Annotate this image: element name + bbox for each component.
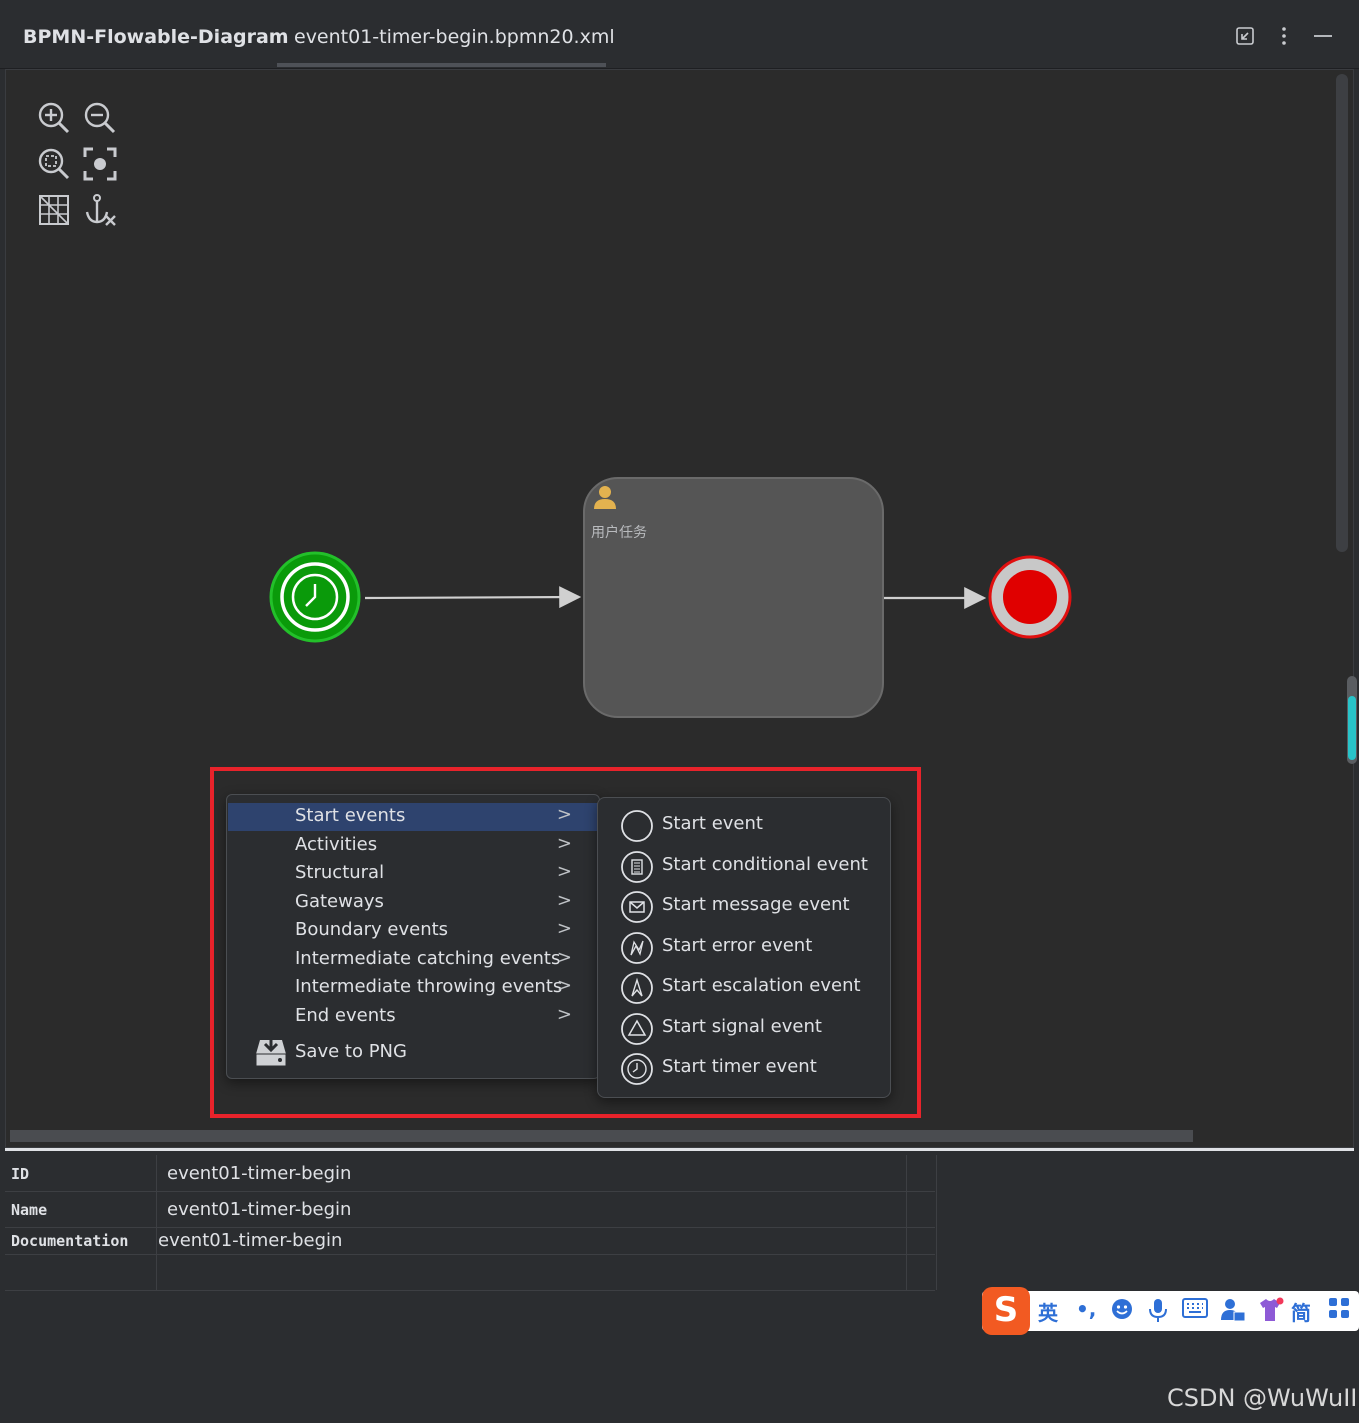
error-icon bbox=[621, 932, 653, 964]
chevron-right-icon: > bbox=[556, 833, 572, 854]
chevron-right-icon: > bbox=[556, 918, 572, 939]
clock-icon bbox=[621, 1053, 653, 1085]
menu-item-activities[interactable]: Activities > bbox=[228, 832, 598, 860]
submenu-item-label: Start escalation event bbox=[662, 975, 861, 996]
menu-item-label: End events bbox=[295, 1005, 396, 1026]
conditional-icon bbox=[621, 851, 653, 883]
side-scroll-thumb[interactable] bbox=[1348, 696, 1356, 760]
sequence-flow-1[interactable] bbox=[364, 586, 582, 609]
submenu-item-start-timer-event[interactable]: Start timer event bbox=[598, 1050, 890, 1090]
escalation-icon bbox=[621, 972, 653, 1004]
property-row-name[interactable]: Name event01-timer-begin bbox=[5, 1192, 935, 1228]
property-key: Name bbox=[11, 1201, 48, 1219]
ime-language-toggle[interactable]: 英 bbox=[1038, 1297, 1058, 1326]
submenu-item-label: Start signal event bbox=[662, 1016, 822, 1037]
property-value[interactable]: event01-timer-begin bbox=[167, 1199, 351, 1220]
property-row-documentation[interactable]: Documentation event01-timer-begin bbox=[5, 1228, 935, 1255]
column-divider bbox=[936, 1155, 937, 1290]
submenu-item-label: Start timer event bbox=[662, 1056, 817, 1077]
watermark: CSDN @WuWuII bbox=[1167, 1384, 1358, 1412]
user-task-label: 用户任务 bbox=[591, 525, 647, 541]
menu-item-label: Gateways bbox=[295, 891, 384, 912]
property-value[interactable]: event01-timer-begin bbox=[167, 1163, 351, 1184]
chevron-right-icon: > bbox=[556, 804, 572, 825]
menu-item-label: Activities bbox=[295, 834, 378, 855]
chevron-right-icon: > bbox=[556, 947, 572, 968]
submenu-item-label: Start message event bbox=[662, 894, 850, 915]
circle-icon bbox=[621, 810, 653, 842]
chevron-right-icon: > bbox=[556, 890, 572, 911]
triangle-icon bbox=[621, 1013, 653, 1045]
context-menu: Start events > Activities > Structural >… bbox=[226, 794, 600, 1079]
menu-item-intermediate-catching-events[interactable]: Intermediate catching events > bbox=[228, 946, 598, 974]
menu-item-gateways[interactable]: Gateways > bbox=[228, 889, 598, 917]
submenu-item-label: Start conditional event bbox=[662, 854, 868, 875]
microphone-icon[interactable] bbox=[1147, 1297, 1169, 1323]
property-value[interactable]: event01-timer-begin bbox=[158, 1230, 342, 1251]
chevron-right-icon: > bbox=[556, 861, 572, 882]
menu-item-label: Intermediate throwing events bbox=[295, 976, 563, 997]
property-row-empty[interactable] bbox=[5, 1255, 935, 1291]
start-timer-event[interactable] bbox=[269, 551, 361, 643]
submenu-item-start-conditional-event[interactable]: Start conditional event bbox=[598, 848, 890, 888]
menu-item-label: Structural bbox=[295, 862, 385, 883]
menu-item-boundary-events[interactable]: Boundary events > bbox=[228, 917, 598, 945]
download-disk-icon bbox=[255, 1035, 287, 1067]
menu-item-label: Save to PNG bbox=[295, 1041, 407, 1062]
menu-item-label: Start events bbox=[295, 805, 406, 826]
menu-item-start-events[interactable]: Start events > bbox=[228, 803, 598, 831]
submenu-item-label: Start error event bbox=[662, 935, 813, 956]
end-event[interactable] bbox=[988, 555, 1072, 639]
submenu-item-start-signal-event[interactable]: Start signal event bbox=[598, 1010, 890, 1050]
start-events-submenu: Start event Start conditional event Star… bbox=[597, 797, 891, 1098]
property-row-id[interactable]: ID event01-timer-begin bbox=[5, 1155, 935, 1192]
skin-shirt-icon[interactable] bbox=[1256, 1297, 1284, 1323]
emoji-icon[interactable] bbox=[1110, 1297, 1134, 1321]
menu-item-save-to-png[interactable]: Save to PNG bbox=[228, 1035, 598, 1071]
menu-item-label: Boundary events bbox=[295, 919, 449, 940]
sogou-logo-icon[interactable]: S bbox=[982, 1287, 1030, 1335]
menu-item-structural[interactable]: Structural > bbox=[228, 860, 598, 888]
chevron-right-icon: > bbox=[556, 975, 572, 996]
ime-simplified-toggle[interactable]: 简 bbox=[1291, 1297, 1311, 1326]
submenu-item-start-message-event[interactable]: Start message event bbox=[598, 888, 890, 928]
submenu-item-start-escalation-event[interactable]: Start escalation event bbox=[598, 969, 890, 1009]
menu-item-end-events[interactable]: End events > bbox=[228, 1003, 598, 1031]
user-tools-icon[interactable] bbox=[1220, 1297, 1246, 1323]
ime-toolbar: S 英 •, 简 bbox=[982, 1287, 1359, 1335]
submenu-item-start-event[interactable]: Start event bbox=[598, 807, 890, 847]
envelope-icon bbox=[621, 891, 653, 923]
property-key: ID bbox=[11, 1165, 30, 1183]
menu-item-label: Intermediate catching events bbox=[295, 948, 561, 969]
submenu-item-start-error-event[interactable]: Start error event bbox=[598, 929, 890, 969]
apps-grid-icon[interactable] bbox=[1328, 1297, 1350, 1319]
menu-item-intermediate-throwing-events[interactable]: Intermediate throwing events > bbox=[228, 974, 598, 1002]
user-task[interactable] bbox=[583, 477, 884, 718]
submenu-item-label: Start event bbox=[662, 813, 763, 834]
property-key: Documentation bbox=[11, 1232, 129, 1250]
chevron-right-icon: > bbox=[556, 1004, 572, 1025]
keyboard-icon[interactable] bbox=[1182, 1297, 1208, 1319]
ime-punctuation-toggle[interactable]: •, bbox=[1076, 1297, 1096, 1321]
